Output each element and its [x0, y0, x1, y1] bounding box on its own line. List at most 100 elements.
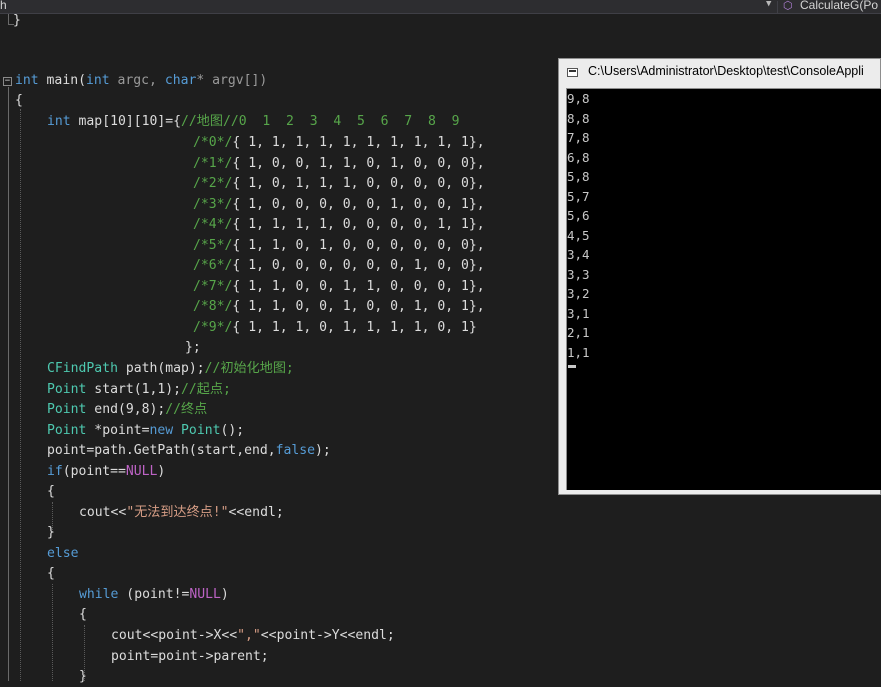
row-label-comment: /*8*/ — [193, 299, 233, 314]
outline-line — [8, 87, 9, 681]
keyword: while — [79, 587, 119, 602]
output-line: 5,8 — [567, 169, 590, 184]
map-row: /*8*/{ 1, 1, 0, 0, 1, 0, 0, 1, 0, 1}, — [193, 297, 485, 317]
code-line: { — [47, 566, 55, 581]
map-row: /*3*/{ 1, 0, 0, 0, 0, 0, 1, 0, 0, 1}, — [193, 195, 485, 215]
output-line: 1,1 — [567, 344, 590, 360]
chevron-down-icon[interactable]: ▼ — [766, 0, 771, 9]
comment: //初始化地图; — [204, 361, 294, 376]
row-values: { 1, 0, 1, 1, 1, 0, 0, 0, 0, 0}, — [232, 176, 485, 191]
code-text: <<endl; — [228, 505, 284, 520]
row-values: { 1, 0, 0, 0, 0, 0, 0, 1, 0, 0}, — [232, 258, 485, 273]
output-line: 8,8 — [567, 110, 590, 126]
code-text: ) — [157, 464, 166, 479]
function-name: main( — [46, 73, 86, 88]
param-text: argc, — [109, 73, 165, 88]
member-dropdown-label[interactable]: CalculateG(Po — [800, 0, 878, 12]
code-line: if(point==NULL) — [47, 462, 165, 482]
row-values: { 1, 0, 0, 1, 1, 0, 1, 0, 0, 0}, — [232, 156, 485, 171]
string-literal: "无法到达终点!" — [126, 505, 229, 520]
output-line: 3,1 — [567, 305, 590, 321]
row-label-comment: /*3*/ — [193, 197, 233, 212]
type-name: Point — [47, 402, 87, 417]
keyword: int — [15, 73, 39, 88]
type-name: CFindPath — [47, 361, 118, 376]
map-row: /*9*/{ 1, 1, 1, 0, 1, 1, 1, 1, 0, 1} — [193, 318, 477, 338]
output-line: 9,8 — [567, 91, 590, 106]
row-values: { 1, 1, 1, 0, 1, 1, 1, 1, 0, 1} — [232, 320, 477, 335]
row-label-comment: /*7*/ — [193, 279, 233, 294]
code-text: cout<< — [79, 505, 127, 520]
code-line: CFindPath path(map);//初始化地图; — [47, 359, 294, 379]
comment: //地图//0 1 2 3 4 5 6 7 8 9 — [181, 114, 460, 129]
output-line: 3,2 — [567, 286, 590, 301]
code-line: } — [79, 669, 87, 684]
code-line: } — [13, 13, 21, 28]
code-text: ); — [315, 443, 331, 458]
map-row: /*4*/{ 1, 1, 1, 1, 0, 0, 0, 0, 1, 1}, — [193, 215, 485, 235]
text-cursor — [568, 365, 576, 368]
output-line: 5,6 — [567, 208, 590, 223]
map-row: /*0*/{ 1, 1, 1, 1, 1, 1, 1, 1, 1, 1}, — [193, 133, 485, 153]
row-label-comment: /*5*/ — [193, 238, 233, 253]
navigation-bar: h ▼ ⬡ CalculateG(Po — [0, 0, 881, 14]
code-text: point=path.GetPath(start,end, — [47, 443, 276, 458]
code-text: <<point->Y<<endl; — [260, 628, 395, 643]
map-row: /*1*/{ 1, 0, 0, 1, 1, 0, 1, 0, 0, 0}, — [193, 154, 485, 174]
comment: //起点; — [181, 382, 231, 397]
code-line: }; — [185, 340, 201, 355]
code-text: (point== — [62, 464, 126, 479]
row-values: { 1, 1, 0, 0, 1, 0, 0, 1, 0, 1}, — [232, 299, 485, 314]
output-line: 3,4 — [567, 247, 590, 262]
keyword: new — [149, 423, 174, 438]
separator — [777, 1, 778, 13]
code-line: Point end(9,8);//终点 — [47, 400, 207, 420]
code-line: cout<<point->X<<","<<point->Y<<endl; — [111, 626, 395, 646]
code-text: ) — [220, 587, 229, 602]
row-values: { 1, 1, 0, 0, 1, 1, 0, 0, 0, 1}, — [232, 279, 485, 294]
code-line: int main(int argc, char* argv[]) — [15, 71, 267, 91]
scope-dropdown-label[interactable]: h — [0, 0, 7, 12]
console-window[interactable]: C:\Users\Administrator\Desktop\test\Cons… — [558, 58, 881, 495]
type-name: Point — [47, 423, 87, 438]
map-row: /*2*/{ 1, 0, 1, 1, 1, 0, 0, 0, 0, 0}, — [193, 174, 485, 194]
code-line: } — [47, 525, 55, 540]
code-line: point=point->parent; — [111, 649, 269, 664]
output-line: 6,8 — [567, 149, 590, 165]
code-line: cout<<"无法到达终点!"<<endl; — [79, 503, 284, 523]
row-values: { 1, 1, 0, 1, 0, 0, 0, 0, 0, 0}, — [232, 238, 485, 253]
collapse-icon[interactable]: − — [3, 77, 12, 86]
outline-line — [8, 14, 9, 24]
code-text: cout<<point->X<< — [111, 628, 238, 643]
map-row: /*5*/{ 1, 1, 0, 1, 0, 0, 0, 0, 0, 0}, — [193, 236, 485, 256]
row-label-comment: /*4*/ — [193, 217, 233, 232]
console-output-area[interactable]: 9,8 8,8 7,8 6,8 5,8 5,7 5,6 4,5 3,4 3,3 … — [566, 88, 881, 490]
code-text: end(9,8); — [86, 402, 166, 417]
row-label-comment: /*0*/ — [193, 135, 233, 150]
console-app-icon[interactable] — [567, 68, 578, 77]
code-line: Point *point=new Point(); — [47, 421, 244, 441]
indent-guide — [20, 109, 21, 681]
output-line: 5,7 — [567, 188, 590, 204]
type-name: Point — [181, 423, 221, 438]
console-title: C:\Users\Administrator\Desktop\test\Cons… — [588, 64, 864, 78]
code-text: *point= — [86, 423, 150, 438]
code-line: while (point!=NULL) — [79, 585, 229, 605]
row-values: { 1, 1, 1, 1, 0, 0, 0, 0, 1, 1}, — [232, 217, 485, 232]
type-name: Point — [47, 382, 87, 397]
comment: //终点 — [165, 402, 208, 417]
output-line: 7,8 — [567, 130, 590, 145]
keyword: if — [47, 464, 63, 479]
code-line: int map[10][10]={//地图//0 1 2 3 4 5 6 7 8… — [47, 112, 459, 132]
code-line: else — [47, 544, 79, 564]
row-label-comment: /*2*/ — [193, 176, 233, 191]
code-line: { — [15, 93, 23, 108]
method-cube-icon: ⬡ — [783, 0, 793, 12]
code-line: { — [47, 484, 55, 499]
code-line: Point start(1,1);//起点; — [47, 380, 231, 400]
param-text: * argv[]) — [196, 73, 268, 88]
code-line: { — [79, 607, 87, 622]
code-text: map[10][10]={ — [70, 114, 182, 129]
